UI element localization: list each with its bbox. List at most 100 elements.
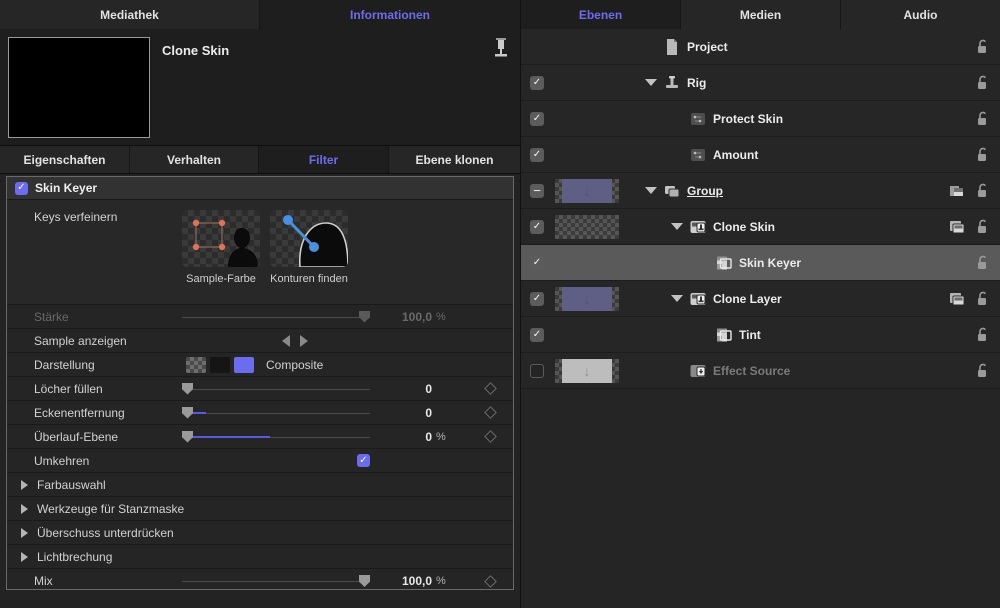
layer-name[interactable]: Amount — [713, 148, 758, 162]
ueberlauf-ebene-slider[interactable] — [182, 429, 370, 445]
keyframe-icon[interactable] — [484, 574, 497, 588]
staerke-slider[interactable] — [182, 309, 370, 325]
chevron-down-icon[interactable] — [671, 223, 683, 230]
unlocked-icon[interactable] — [974, 182, 992, 200]
slider-knob[interactable] — [182, 430, 193, 443]
layer-name[interactable]: Rig — [687, 76, 706, 90]
unlocked-icon[interactable] — [974, 290, 992, 308]
slider-knob[interactable] — [182, 406, 193, 419]
slider-knob[interactable] — [359, 310, 370, 323]
layer-enable-checkbox[interactable]: ✓ — [530, 147, 544, 162]
filter-enable-checkbox[interactable]: ✓ — [15, 181, 28, 195]
tab-informationen[interactable]: Informationen — [260, 0, 520, 29]
tab-verhalten[interactable]: Verhalten — [130, 146, 259, 173]
param-row-sample-anzeigen[interactable]: Sample anzeigen — [7, 329, 513, 353]
param-value[interactable]: 0 — [370, 430, 432, 444]
layer-name[interactable]: Tint — [739, 328, 761, 342]
chevron-down-icon[interactable] — [671, 295, 683, 302]
disclosure-lichtbrechung[interactable]: Lichtbrechung — [7, 545, 513, 569]
param-row-ueberlauf-ebene[interactable]: Überlauf-Ebene 0 % — [7, 425, 513, 449]
tab-ebene-klonen[interactable]: Ebene klonen — [389, 146, 520, 173]
pin-icon[interactable] — [492, 37, 510, 59]
unlocked-icon[interactable] — [974, 218, 992, 236]
unlocked-icon[interactable] — [974, 74, 992, 92]
tab-medien[interactable]: Medien — [681, 0, 841, 29]
sample-color-button[interactable]: Sample-Farbe — [182, 210, 260, 304]
layer-row-effect-source[interactable]: ↓ Effect Source — [521, 353, 1000, 389]
layer-row-tint[interactable]: ✓ Tint — [521, 317, 1000, 353]
layer-name[interactable]: Clone Skin — [713, 220, 775, 234]
layer-row-badges — [948, 182, 992, 200]
view-mode-matte-icon[interactable] — [186, 356, 206, 373]
view-mode-original-icon[interactable] — [210, 356, 230, 373]
slider-knob[interactable] — [182, 382, 193, 395]
unlocked-icon[interactable] — [974, 110, 992, 128]
unlocked-icon[interactable] — [974, 326, 992, 344]
unlocked-icon[interactable] — [974, 254, 992, 272]
clone-badge-icon[interactable] — [948, 290, 966, 308]
layer-name[interactable]: Skin Keyer — [739, 256, 801, 270]
layer-row-skin-keyer[interactable]: ✓ Skin Keyer — [521, 245, 1000, 281]
layer-name[interactable]: Protect Skin — [713, 112, 783, 126]
layer-enable-checkbox[interactable]: − — [530, 183, 544, 198]
tab-eigenschaften[interactable]: Eigenschaften — [0, 146, 130, 173]
umkehren-checkbox[interactable]: ✓ — [357, 454, 370, 467]
layer-name[interactable]: Group — [687, 184, 723, 198]
layer-row-clone-skin[interactable]: ✓ Clone Skin — [521, 209, 1000, 245]
layer-enable-checkbox[interactable] — [530, 363, 544, 378]
tab-mediathek[interactable]: Mediathek — [0, 0, 260, 29]
tab-filter[interactable]: Filter — [259, 146, 389, 173]
chevron-down-icon[interactable] — [645, 187, 657, 194]
layer-name[interactable]: Project — [687, 40, 728, 54]
disclosure-farbauswahl[interactable]: Farbauswahl — [7, 473, 513, 497]
layer-row-project[interactable]: Project — [521, 29, 1000, 65]
param-value[interactable]: 100,0 — [370, 574, 432, 588]
param-row-darstellung[interactable]: Darstellung Composite — [7, 353, 513, 377]
layer-row-protect-skin[interactable]: ✓ Protect Skin — [521, 101, 1000, 137]
tab-ebenen[interactable]: Ebenen — [521, 0, 681, 29]
layer-row-rig[interactable]: ✓ Rig — [521, 65, 1000, 101]
layer-enable-checkbox[interactable]: ✓ — [530, 327, 544, 342]
param-value[interactable]: 0 — [370, 406, 432, 420]
layer-enable-checkbox[interactable]: ✓ — [530, 219, 544, 234]
view-mode-composite-icon[interactable] — [234, 356, 254, 373]
layer-enable-checkbox[interactable]: ✓ — [530, 291, 544, 306]
keyframe-icon[interactable] — [484, 406, 497, 419]
keyframe-icon[interactable] — [484, 382, 497, 395]
layer-enable-checkbox[interactable]: ✓ — [530, 255, 544, 270]
chevron-down-icon[interactable] — [645, 79, 657, 86]
layers-panel: Ebenen Medien Audio Project ✓ Rig ✓ Protect … — [520, 0, 1000, 608]
layer-name[interactable]: Effect Source — [713, 364, 790, 378]
clone-badge-icon[interactable] — [948, 218, 966, 236]
layer-row-amount[interactable]: ✓ Amount — [521, 137, 1000, 173]
eckenentfernung-slider[interactable] — [182, 405, 370, 421]
param-row-staerke[interactable]: Stärke 100,0 % — [7, 305, 513, 329]
param-value[interactable]: 0 — [370, 382, 432, 396]
param-row-loecher-fuellen[interactable]: Löcher füllen 0 — [7, 377, 513, 401]
unlocked-icon[interactable] — [974, 362, 992, 380]
find-edges-button[interactable]: Konturen finden — [270, 210, 348, 304]
slider-knob[interactable] — [359, 575, 370, 587]
next-sample-icon[interactable] — [300, 334, 308, 347]
layer-name[interactable]: Clone Layer — [713, 292, 782, 306]
param-row-umkehren[interactable]: Umkehren ✓ — [7, 449, 513, 473]
layer-enable-checkbox[interactable]: ✓ — [530, 75, 544, 90]
mix-slider[interactable] — [182, 573, 370, 589]
layer-enable-cell: ✓ — [521, 111, 553, 126]
disclosure-ueberschuss-unterdruecken[interactable]: Überschuss unterdrücken — [7, 521, 513, 545]
sample-color-icon — [182, 210, 260, 267]
previous-sample-icon[interactable] — [282, 334, 290, 347]
keyframe-icon[interactable] — [484, 430, 497, 443]
tab-audio[interactable]: Audio — [841, 0, 1000, 29]
loecher-fuellen-slider[interactable] — [182, 381, 370, 397]
param-value[interactable]: 100,0 — [370, 310, 432, 324]
mask-icon[interactable] — [948, 182, 966, 200]
layer-row-clone-layer[interactable]: ✓ ↓ Clone Layer — [521, 281, 1000, 317]
param-row-mix[interactable]: Mix 100,0 % — [7, 569, 513, 589]
layer-enable-checkbox[interactable]: ✓ — [530, 111, 544, 126]
disclosure-werkzeuge-stanzmaske[interactable]: Werkzeuge für Stanzmaske — [7, 497, 513, 521]
unlocked-icon[interactable] — [974, 146, 992, 164]
layer-row-group[interactable]: − ↓ Group — [521, 173, 1000, 209]
param-row-eckenentfernung[interactable]: Eckenentfernung 0 — [7, 401, 513, 425]
unlocked-icon[interactable] — [974, 38, 992, 56]
